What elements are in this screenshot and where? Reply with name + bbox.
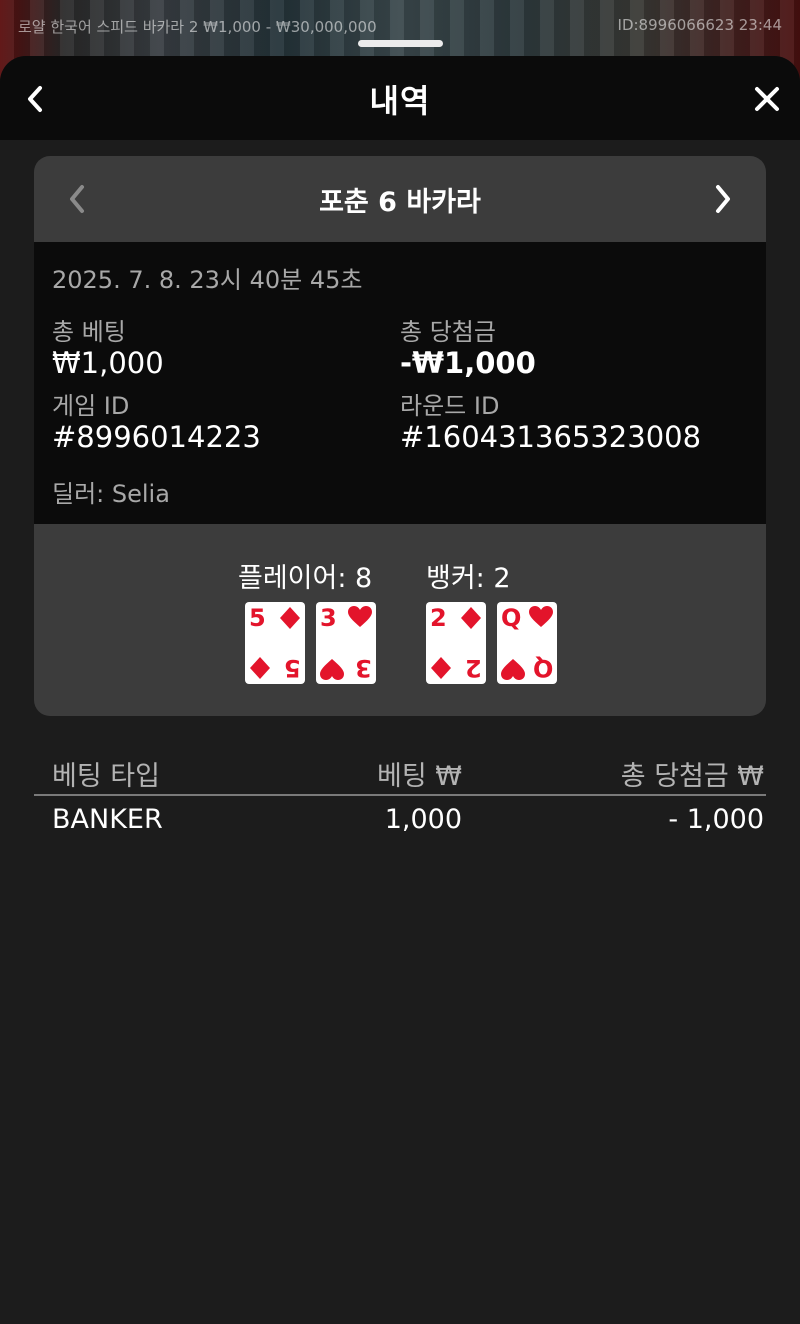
column-header-total-win: 총 당첨금 ₩: [620, 761, 764, 792]
chevron-right-icon: [716, 185, 730, 213]
sheet-header: 내역: [0, 56, 800, 140]
banker-card-1: 2 2: [426, 602, 486, 684]
game-id-label: 게임 ID: [52, 392, 130, 420]
next-record-button[interactable]: [708, 182, 738, 216]
record-details: 2025. 7. 8. 23시 40분 45초 총 베팅 ₩1,000 총 당첨…: [34, 242, 766, 524]
total-win-value: -₩1,000: [400, 346, 536, 380]
player-hand-label: 플레이어: 8: [238, 563, 373, 594]
cell-bet-type: BANKER: [52, 804, 163, 835]
game-id-value: #8996014223: [52, 420, 261, 454]
heart-icon: [320, 659, 344, 680]
record-card-header: 포춘 6 바카라: [34, 156, 766, 242]
card-rank: 2: [465, 654, 482, 682]
round-id-label: 라운드 ID: [400, 392, 500, 420]
close-button[interactable]: [750, 82, 784, 116]
diamond-icon: [431, 657, 451, 679]
round-id-value: #160431365323008: [400, 420, 702, 454]
sheet-drag-handle[interactable]: [358, 40, 443, 47]
hands-result: 플레이어: 8 뱅커: 2 5 5 3 3 2 2 Q Q: [34, 524, 766, 716]
column-header-bet-type: 베팅 타입: [52, 761, 160, 792]
game-name: 포춘 6 바카라: [319, 187, 481, 218]
card-rank: Q: [532, 654, 553, 682]
banker-card-2: Q Q: [497, 602, 557, 684]
cell-bet-amount: 1,000: [384, 804, 462, 835]
game-id-time-text: ID:8996066623 23:44: [617, 16, 782, 34]
close-icon: [755, 87, 779, 111]
card-rank: 5: [284, 654, 301, 682]
diamond-icon: [280, 607, 300, 629]
total-bet-value: ₩1,000: [52, 346, 164, 380]
card-rank: Q: [501, 604, 522, 632]
total-win-label: 총 당첨금: [400, 318, 496, 346]
dealer-name: 딜러: Selia: [52, 480, 170, 508]
game-info-text: 로얄 한국어 스피드 바카라 2 ₩1,000 - ₩30,000,000: [18, 18, 377, 36]
heart-icon: [529, 606, 553, 627]
history-sheet: 내역 포춘 6 바카라 2025. 7. 8. 23시 40분 45초 총 베팅…: [0, 56, 800, 1324]
card-rank: 2: [430, 604, 447, 632]
card-rank: 3: [355, 654, 372, 682]
bets-table-header: 베팅 타입 베팅 ₩ 총 당첨금 ₩: [34, 748, 766, 796]
card-rank: 3: [320, 604, 337, 632]
diamond-icon: [461, 607, 481, 629]
diamond-icon: [250, 657, 270, 679]
banker-hand-label: 뱅커: 2: [426, 563, 511, 594]
heart-icon: [501, 659, 525, 680]
total-bet-label: 총 베팅: [52, 318, 126, 346]
player-card-1: 5 5: [245, 602, 305, 684]
player-card-2: 3 3: [316, 602, 376, 684]
cell-total-win: - 1,000: [668, 804, 764, 835]
table-row: BANKER 1,000 - 1,000: [34, 796, 766, 848]
card-rank: 5: [249, 604, 266, 632]
sheet-title: 내역: [369, 82, 431, 120]
record-datetime: 2025. 7. 8. 23시 40분 45초: [52, 266, 363, 294]
column-header-bet-amount: 베팅 ₩: [377, 761, 462, 792]
record-card: 포춘 6 바카라 2025. 7. 8. 23시 40분 45초 총 베팅 ₩1…: [34, 156, 766, 716]
heart-icon: [348, 606, 372, 627]
